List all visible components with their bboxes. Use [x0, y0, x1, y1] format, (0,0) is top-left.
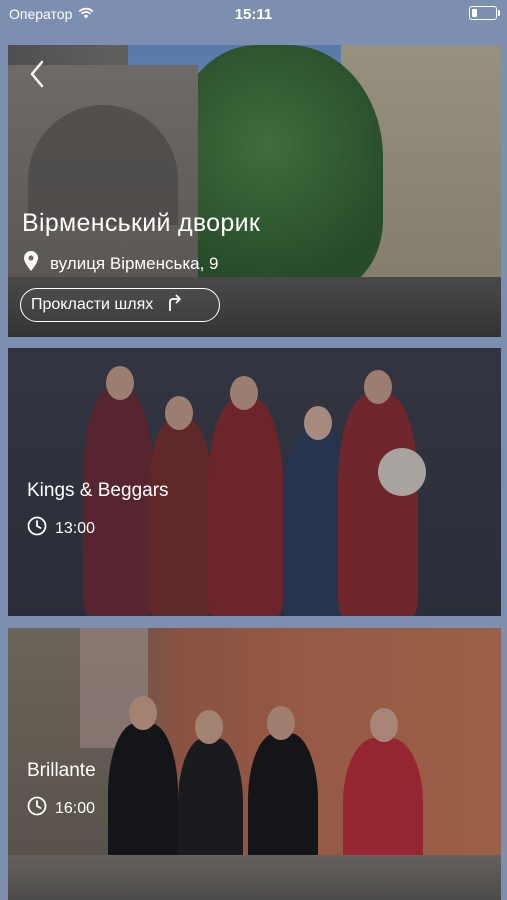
place-title: Вірменський дворик [22, 209, 261, 237]
clock-icon [27, 796, 47, 821]
status-bar: Оператор 15:11 [0, 0, 507, 30]
hero-card[interactable]: Вірменський дворик вулиця Вірменська, 9 … [8, 45, 501, 337]
event-card[interactable]: Brillante 16:00 [8, 628, 501, 900]
event-time-text: 13:00 [55, 519, 96, 537]
route-button-label: Прокласти шлях [31, 296, 154, 313]
route-button[interactable]: Прокласти шлях [20, 288, 220, 322]
event-time-text: 16:00 [55, 799, 96, 817]
event-title: Brillante [27, 760, 96, 781]
chevron-left-icon [29, 60, 45, 93]
event-title: Kings & Beggars [27, 480, 169, 501]
back-button[interactable] [22, 59, 52, 93]
clock-icon [27, 516, 47, 541]
address-text: вулиця Вірменська, 9 [50, 253, 219, 273]
turn-right-icon [167, 294, 183, 317]
status-time: 15:11 [234, 6, 273, 23]
event-time: 16:00 [27, 796, 95, 821]
event-time: 13:00 [27, 516, 95, 541]
battery-icon [469, 6, 500, 20]
place-address: вулиця Вірменська, 9 [24, 251, 219, 276]
location-pin-icon [24, 251, 38, 276]
event-card[interactable]: Kings & Beggars 13:00 [8, 348, 501, 616]
